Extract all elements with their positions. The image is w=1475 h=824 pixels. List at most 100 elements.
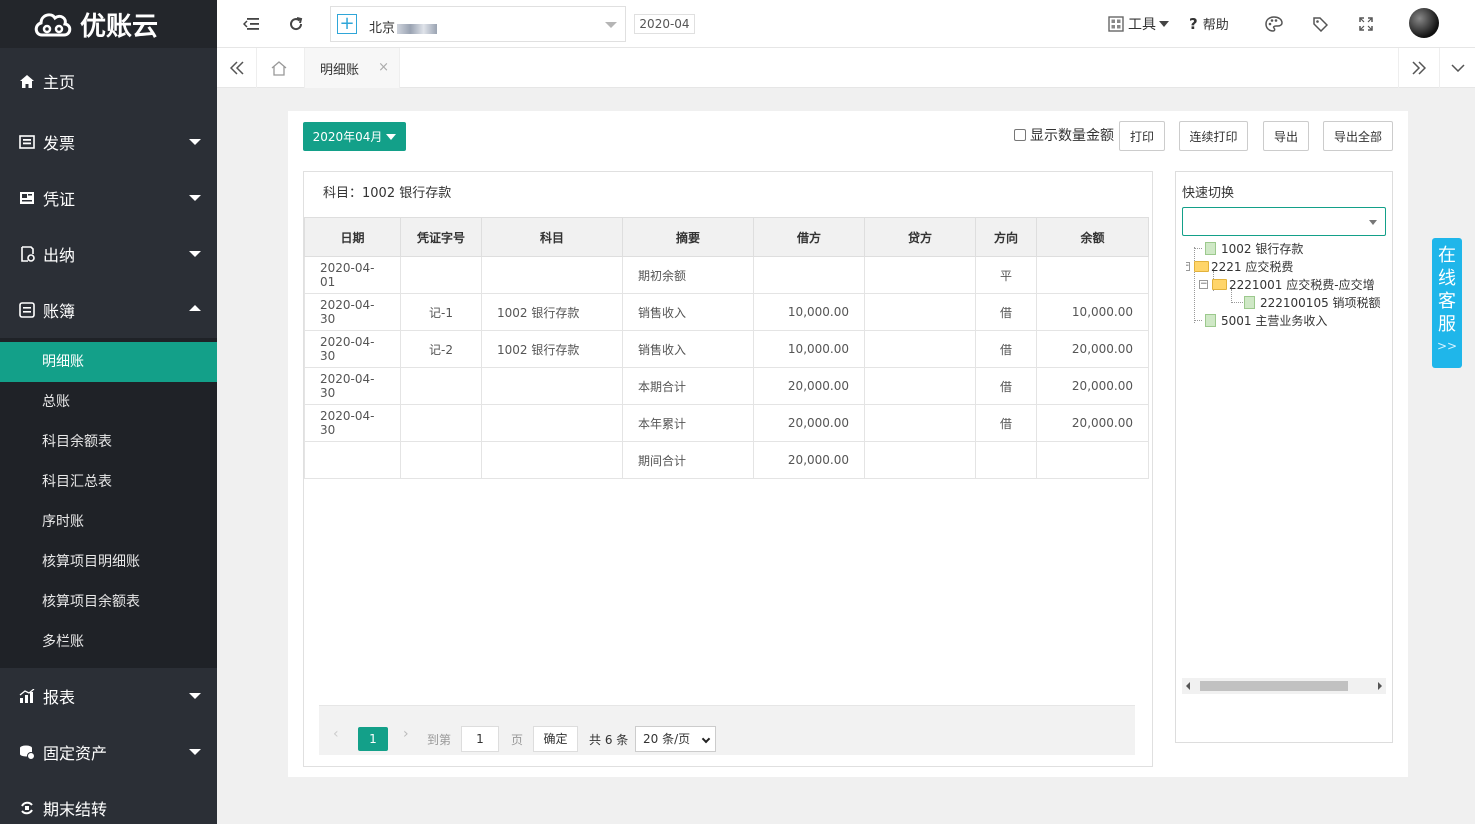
col-header-debit[interactable]: 借方	[753, 217, 865, 257]
next-page-button[interactable]: ›	[403, 726, 409, 742]
quick-switch-combobox[interactable]	[1182, 207, 1386, 236]
tree-node[interactable]: 5001 主营业务收入	[1205, 311, 1327, 329]
quick-switch-title: 快速切换	[1182, 186, 1235, 201]
subject-title: 科目：1002 银行存款	[323, 186, 452, 201]
tree-node[interactable]: 222100105 销项税额	[1244, 293, 1381, 311]
voucher-link[interactable]: 记-2	[400, 330, 482, 368]
cell-balance: 10,000.00	[1036, 293, 1149, 331]
export-all-button[interactable]: 导出全部	[1323, 121, 1393, 151]
goto-page-input[interactable]: 1	[461, 726, 499, 752]
ledger-icon	[18, 302, 36, 318]
online-service-button[interactable]: 在 线 客 服 >>	[1432, 238, 1462, 368]
current-period[interactable]: 2020-04	[634, 14, 695, 34]
file-icon	[1244, 295, 1255, 309]
nav-voucher[interactable]: 凭证	[0, 170, 217, 226]
tree-connector	[1194, 320, 1202, 321]
cell-voucher	[400, 256, 482, 294]
tools-menu[interactable]: 工具	[1108, 14, 1169, 34]
company-select[interactable]: + 北京	[330, 6, 626, 42]
col-header-summary[interactable]: 摘要	[622, 217, 754, 257]
cell-summary: 期间合计	[622, 441, 754, 479]
col-header-balance[interactable]: 余额	[1036, 217, 1149, 257]
tree-node[interactable]: 1002 银行存款	[1205, 239, 1303, 257]
collapse-toggle-icon[interactable]: −	[1199, 279, 1208, 289]
cell-credit	[864, 404, 976, 442]
chevron-down-icon	[189, 251, 201, 257]
nav-fixed-assets[interactable]: 固定资产	[0, 724, 217, 780]
show-quantity-checkbox[interactable]	[1014, 129, 1026, 141]
tag-icon[interactable]	[1310, 14, 1330, 34]
col-header-direction[interactable]: 方向	[975, 217, 1037, 257]
help-link[interactable]: ? 帮助	[1189, 14, 1229, 34]
submenu-detail-ledger[interactable]: 明细账	[0, 342, 217, 382]
nav-ledger[interactable]: 账簿	[0, 282, 217, 338]
col-header-credit[interactable]: 贷方	[864, 217, 976, 257]
report-icon	[18, 688, 36, 704]
chevron-down-icon	[189, 693, 201, 699]
collapse-toggle-icon[interactable]: −	[1186, 261, 1190, 271]
add-company-icon[interactable]: +	[337, 14, 357, 34]
cell-direction: 借	[975, 367, 1037, 405]
cell-summary: 销售收入	[622, 293, 754, 331]
submenu-multi-column[interactable]: 多栏账	[0, 622, 217, 662]
collapse-menu-icon[interactable]	[241, 14, 261, 34]
goto-confirm-button[interactable]: 确定	[533, 726, 578, 752]
cell-balance: 20,000.00	[1036, 404, 1149, 442]
nav-home[interactable]: 主页	[0, 48, 217, 114]
app-logo[interactable]: 优账云	[0, 0, 217, 48]
scroll-left-icon[interactable]	[1186, 682, 1190, 690]
submenu-general-ledger[interactable]: 总账	[0, 382, 217, 422]
close-icon[interactable]: ×	[378, 60, 389, 75]
cell-direction: 借	[975, 330, 1037, 368]
current-page-button[interactable]: 1	[358, 727, 388, 751]
submenu-item-balance[interactable]: 核算项目余额表	[0, 582, 217, 622]
export-button[interactable]: 导出	[1263, 121, 1309, 151]
tree-node[interactable]: − 2221001 应交税费-应交增	[1199, 275, 1375, 293]
file-icon	[1205, 241, 1216, 255]
folder-icon	[1194, 260, 1209, 272]
nav-cashier-label: 出纳	[43, 246, 76, 265]
tree-node[interactable]: − 2221 应交税费	[1186, 257, 1293, 275]
submenu-account-balance[interactable]: 科目余额表	[0, 422, 217, 462]
nav-period-closing[interactable]: 期末结转	[0, 780, 217, 824]
submenu-journal[interactable]: 序时账	[0, 502, 217, 542]
service-char: 在	[1438, 245, 1456, 266]
voucher-link[interactable]: 记-1	[400, 293, 482, 331]
cell-account	[481, 256, 623, 294]
tree-connector	[1194, 248, 1202, 249]
nav-cashier[interactable]: 出纳	[0, 226, 217, 282]
refresh-icon[interactable]	[286, 14, 306, 34]
col-header-voucher[interactable]: 凭证字号	[400, 217, 482, 257]
cell-credit	[864, 293, 976, 331]
horizontal-scrollbar[interactable]	[1182, 678, 1386, 694]
col-header-account[interactable]: 科目	[481, 217, 623, 257]
submenu-account-summary[interactable]: 科目汇总表	[0, 462, 217, 502]
show-quantity-toggle[interactable]: 显示数量金额	[1014, 125, 1114, 145]
col-header-date[interactable]: 日期	[304, 217, 401, 257]
chevron-down-icon[interactable]	[1439, 48, 1475, 88]
period-dropdown-button[interactable]: 2020年04月	[303, 122, 406, 151]
company-name-blurred	[397, 23, 438, 34]
cell-balance: 20,000.00	[1036, 367, 1149, 405]
continuous-print-button[interactable]: 连续打印	[1179, 121, 1248, 151]
table-row: 2020-04-01 期初余额 平	[304, 256, 1149, 294]
palette-icon[interactable]	[1264, 14, 1284, 34]
caret-down-icon	[1159, 21, 1169, 27]
tab-detail-ledger[interactable]: 明细账 ×	[304, 48, 400, 88]
scrollbar-thumb[interactable]	[1200, 681, 1348, 691]
user-avatar[interactable]	[1409, 8, 1439, 38]
question-icon: ?	[1189, 14, 1198, 33]
page-size-select[interactable]: 20 条/页	[635, 726, 716, 752]
scroll-right-icon[interactable]	[1378, 682, 1382, 690]
submenu-item-detail[interactable]: 核算项目明细账	[0, 542, 217, 582]
prev-page-button[interactable]: ‹	[333, 726, 339, 742]
home-tab-icon[interactable]	[259, 48, 299, 88]
print-button[interactable]: 打印	[1119, 121, 1165, 151]
double-chevron-right-icon[interactable]	[1398, 48, 1438, 88]
fullscreen-icon[interactable]	[1356, 14, 1376, 34]
nav-invoice[interactable]: 发票	[0, 114, 217, 170]
cell-credit	[864, 441, 976, 479]
cell-debit	[753, 256, 865, 294]
double-chevron-left-icon[interactable]	[217, 48, 257, 88]
nav-report[interactable]: 报表	[0, 668, 217, 724]
